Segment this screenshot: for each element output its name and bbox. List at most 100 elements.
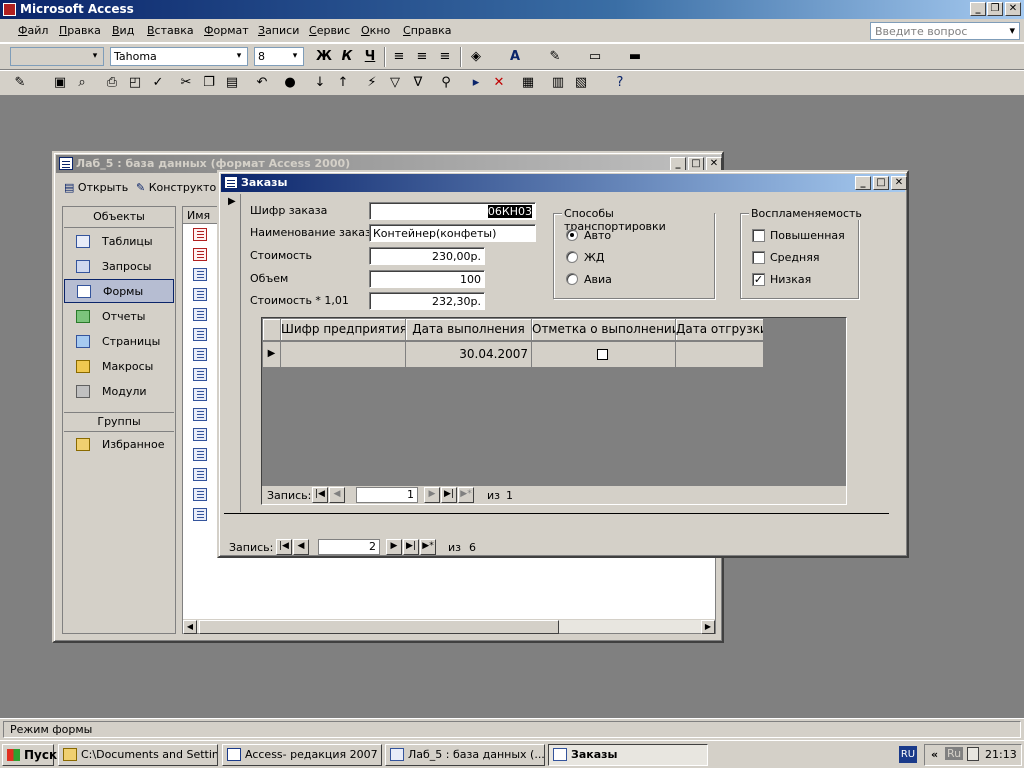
tray-expand-icon[interactable]: «: [931, 748, 938, 761]
line-color-icon[interactable]: ✎: [545, 47, 565, 67]
apply-filter-icon[interactable]: ∇: [408, 73, 428, 93]
object-queries[interactable]: Запросы: [64, 255, 174, 279]
italic-button[interactable]: К: [337, 47, 357, 67]
object-modules[interactable]: Модули: [64, 380, 174, 404]
scroll-left-button[interactable]: ◀: [183, 620, 197, 634]
subform-last-record-button[interactable]: ▶|: [441, 487, 457, 503]
tray-language[interactable]: Ru: [945, 747, 964, 760]
record-number-field[interactable]: 2: [318, 539, 380, 555]
subform-next-record-button[interactable]: ▶: [424, 487, 440, 503]
flammability-medium-label[interactable]: Средняя: [770, 251, 819, 264]
app-title-bar[interactable]: Microsoft Access _ ❐ ✕: [0, 0, 1024, 19]
search-files-icon[interactable]: ⌕: [72, 73, 92, 93]
copy-icon[interactable]: ❐: [199, 73, 219, 93]
new-object-icon[interactable]: ▧: [571, 73, 591, 93]
db-close-button[interactable]: ✕: [706, 157, 722, 171]
objects-header[interactable]: Объекты: [64, 208, 174, 228]
sort-ascending-icon[interactable]: ↓: [310, 73, 330, 93]
task-orders-form[interactable]: Заказы: [548, 744, 708, 766]
list-item-icon[interactable]: [193, 468, 207, 481]
db-minimize-button[interactable]: _: [670, 157, 686, 171]
form-close-button[interactable]: ✕: [891, 176, 907, 190]
properties-icon[interactable]: ▦: [518, 73, 538, 93]
task-word[interactable]: Access- редакция 2007 ...: [222, 744, 382, 766]
tray-clock[interactable]: 21:13: [985, 748, 1017, 761]
design-button[interactable]: ✎ Конструктор: [136, 181, 223, 194]
menu-window[interactable]: Окно: [361, 24, 390, 37]
prev-record-button[interactable]: ◀: [293, 539, 309, 555]
list-item-icon[interactable]: [193, 408, 207, 421]
language-indicator[interactable]: RU: [899, 746, 917, 763]
align-center-icon[interactable]: ≡: [412, 47, 432, 67]
menu-file[interactable]: Файл: [18, 24, 48, 37]
list-item-icon[interactable]: [193, 508, 207, 521]
list-item-icon[interactable]: [193, 248, 207, 261]
cell-enterprise[interactable]: [281, 342, 406, 368]
cost2-field[interactable]: 232,30р.: [369, 292, 485, 310]
menu-format[interactable]: Формат: [204, 24, 249, 37]
last-record-button[interactable]: ▶|: [403, 539, 419, 555]
help-icon[interactable]: ?: [610, 73, 630, 93]
new-record-icon[interactable]: ▸: [466, 73, 486, 93]
bold-button[interactable]: Ж: [314, 47, 334, 67]
cell-ship-date[interactable]: [676, 342, 764, 368]
object-tables[interactable]: Таблицы: [64, 230, 174, 254]
datasheet-corner[interactable]: [263, 319, 281, 341]
list-item-icon[interactable]: [193, 368, 207, 381]
start-button[interactable]: Пуск: [2, 744, 57, 766]
subform-first-record-button[interactable]: |◀: [312, 487, 328, 503]
column-header-ship-date[interactable]: Дата отгрузки: [676, 319, 764, 341]
order-code-field[interactable]: 06КН03: [369, 202, 536, 220]
open-button[interactable]: ▤ Открыть: [64, 181, 128, 194]
menu-edit[interactable]: Правка: [59, 24, 101, 37]
transport-air-radio[interactable]: [566, 273, 578, 285]
horizontal-scrollbar[interactable]: ◀ ▶: [183, 619, 715, 634]
hyperlink-icon[interactable]: ●: [280, 73, 300, 93]
flammability-medium-checkbox[interactable]: [752, 251, 765, 264]
column-header-date-done[interactable]: Дата выполнения: [406, 319, 532, 341]
cell-date-done[interactable]: 30.04.2007: [406, 342, 532, 368]
record-selector[interactable]: ▶: [224, 194, 241, 512]
task-database[interactable]: Лаб_5 : база данных (...: [385, 744, 545, 766]
font-size-combo[interactable]: 8 ▾: [254, 47, 304, 66]
paste-icon[interactable]: ▤: [222, 73, 242, 93]
orders-form-title-bar[interactable]: Заказы _ □ ✕: [221, 174, 907, 192]
flammability-high-checkbox[interactable]: [752, 229, 765, 242]
list-item-icon[interactable]: [193, 428, 207, 441]
list-item-icon[interactable]: [193, 328, 207, 341]
spelling-icon[interactable]: ✓: [148, 73, 168, 93]
groups-header[interactable]: Группы: [64, 412, 174, 432]
column-header-done-mark[interactable]: Отметка о выполнении: [532, 319, 676, 341]
list-item-icon[interactable]: [193, 228, 207, 241]
menu-view[interactable]: Вид: [112, 24, 134, 37]
transport-auto-radio[interactable]: [566, 229, 578, 241]
question-input[interactable]: Введите вопрос: [870, 22, 1020, 40]
fill-color-icon[interactable]: ◈: [466, 47, 486, 67]
object-combo[interactable]: ▾: [10, 47, 104, 66]
transport-rail-label[interactable]: ЖД: [584, 251, 604, 264]
menu-records[interactable]: Записи: [258, 24, 299, 37]
minimize-button[interactable]: _: [970, 2, 986, 16]
form-minimize-button[interactable]: _: [855, 176, 871, 190]
preview-icon[interactable]: ◰: [125, 73, 145, 93]
object-reports[interactable]: Отчеты: [64, 305, 174, 329]
scroll-right-button[interactable]: ▶: [701, 620, 715, 634]
subform-new-record-button[interactable]: ▶*: [458, 487, 474, 503]
transport-air-label[interactable]: Авиа: [584, 273, 612, 286]
transport-auto-label[interactable]: Авто: [584, 229, 611, 242]
filter-by-selection-icon[interactable]: ⚡: [362, 73, 382, 93]
form-maximize-button[interactable]: □: [873, 176, 889, 190]
task-explorer[interactable]: C:\Documents and Settin...: [58, 744, 218, 766]
list-item-icon[interactable]: [193, 348, 207, 361]
menu-tools[interactable]: Сервис: [309, 24, 350, 37]
subform-record-number-field[interactable]: 1: [356, 487, 418, 503]
underline-button[interactable]: Ч: [360, 47, 380, 67]
tray-app-icon[interactable]: [967, 747, 979, 761]
close-button[interactable]: ✕: [1005, 2, 1021, 16]
filter-by-form-icon[interactable]: ▽: [385, 73, 405, 93]
done-mark-checkbox[interactable]: [597, 349, 608, 360]
group-favorites[interactable]: Избранное: [64, 433, 174, 457]
scroll-thumb[interactable]: [199, 620, 559, 634]
delete-record-icon[interactable]: ✕: [489, 73, 509, 93]
flammability-low-checkbox[interactable]: ✓: [752, 273, 765, 286]
